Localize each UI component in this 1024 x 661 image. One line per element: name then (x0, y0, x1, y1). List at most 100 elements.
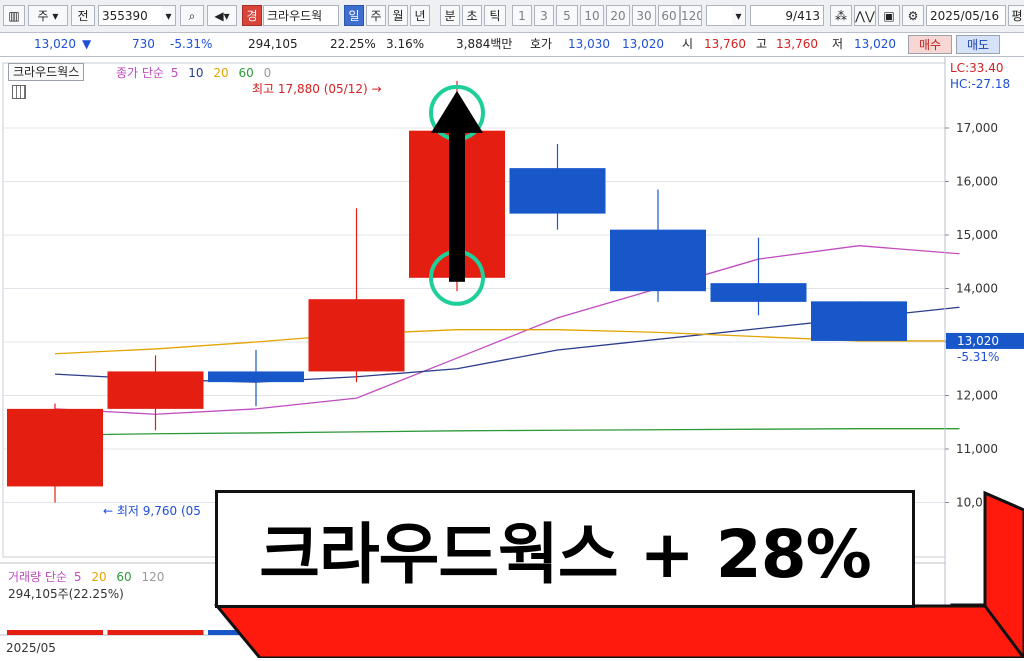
x-axis-label: 2025/05 (6, 641, 56, 655)
chart-title-box[interactable]: 크라우드웍스 (8, 63, 85, 81)
low-price: 13,020 (854, 37, 896, 51)
high-price: 13,760 (776, 37, 818, 51)
headline-text: 크라우드웍스 + 28% (259, 516, 872, 593)
current-price: 13,020 (34, 37, 76, 51)
y-tick-label: 17,000 (956, 121, 998, 135)
interval-1[interactable]: 1 (512, 5, 532, 26)
ma-legend-10: 10 (188, 66, 204, 80)
interval-60[interactable]: 60 (658, 5, 680, 26)
page-count-field[interactable]: 9/413 (750, 5, 824, 26)
prefix-button[interactable]: 전 (71, 5, 95, 26)
low-label: 저 (832, 37, 844, 51)
sell-button[interactable]: 매도 (956, 35, 1000, 54)
candle-body (509, 168, 606, 214)
interval-5[interactable]: 5 (556, 5, 578, 26)
search-icon[interactable]: ⌕ (180, 5, 204, 26)
volume-legend-60: 60 (116, 570, 132, 584)
period-month[interactable]: 월 (388, 5, 408, 26)
volume-legend-120: 120 (141, 570, 165, 584)
volume-bar (710, 630, 807, 635)
period-tick[interactable]: 틱 (484, 5, 506, 26)
high-label: 고 (756, 37, 768, 51)
interval-20[interactable]: 20 (606, 5, 630, 26)
period-minute[interactable]: 분 (440, 5, 460, 26)
y-tick-label: 15,000 (956, 228, 998, 242)
type-label: 주 (37, 9, 49, 23)
candle-body (610, 229, 706, 292)
y-tick-label: 10,000 (956, 496, 998, 510)
volume-legend: 거래량 단순 5 20 60 120 (8, 568, 164, 585)
buy-button[interactable]: 매수 (908, 35, 952, 54)
y-tick-label: 14,000 (956, 282, 998, 296)
interval-30[interactable]: 30 (632, 5, 656, 26)
ma-legend-20: 20 (213, 66, 229, 80)
lc-label: LC:33.40 (950, 61, 1004, 75)
volume-bar (610, 630, 706, 635)
volume-bar (509, 630, 606, 635)
trend-icon[interactable]: ⋀⋁ (854, 5, 876, 26)
code-dropdown-icon[interactable]: ▾ (162, 5, 176, 26)
compare-icon[interactable]: ⁂ (830, 5, 852, 26)
turnover-pct: 3.16% (386, 37, 425, 51)
volume-value-label: 294,105주(22.25%) (8, 587, 124, 601)
trade-amount: 3,884백만 (456, 37, 513, 51)
ma-legend-5: 5 (170, 66, 179, 80)
y-tick-label: 11,000 (956, 442, 998, 456)
price-change: 730 (132, 37, 155, 51)
y-tick-label: 12,000 (956, 389, 998, 403)
hc-label: HC:-27.18 (950, 77, 1011, 91)
y-tick-label: 16,000 (956, 175, 998, 189)
volume-bar (208, 630, 304, 635)
period-year[interactable]: 년 (410, 5, 430, 26)
open-price: 13,760 (704, 37, 746, 51)
candle-body (308, 299, 405, 372)
stock-name-field[interactable]: 크라우드웍 (263, 5, 339, 26)
period-second[interactable]: 초 (462, 5, 482, 26)
candle-body (811, 301, 907, 341)
volume-pct: 22.25% (330, 37, 376, 51)
bid-price: 13,030 (568, 37, 610, 51)
volume-bar (7, 630, 103, 635)
high-annotation: 최고 17,880 (05/12) → (252, 82, 382, 96)
table-icon[interactable] (12, 85, 26, 99)
ma-legend-prefix: 종가 단순 (116, 66, 164, 80)
period-day[interactable]: 일 (344, 5, 364, 26)
current-pct-label: -5.31% (957, 350, 999, 364)
volume-bar (409, 630, 505, 635)
volume-bar (308, 630, 405, 635)
down-arrow-icon: ▼ (82, 37, 92, 51)
chart-title: 크라우드웍스 (13, 65, 80, 79)
candle-body (208, 371, 304, 383)
sound-icon[interactable]: ◀▾ (207, 5, 237, 26)
headline-banner: 크라우드웍스 + 28% (215, 490, 915, 608)
price-change-pct: -5.31% (170, 37, 213, 51)
current-price-label: 13,020 (957, 334, 999, 348)
volume-legend-prefix: 거래량 단순 (8, 570, 68, 584)
candle-body (710, 283, 807, 302)
date-field[interactable]: 2025/05/16 (926, 5, 1006, 26)
last-button[interactable]: 평 (1008, 5, 1024, 26)
high-annotation-text: 최고 17,880 (05/12) (252, 82, 368, 96)
candle-body (107, 371, 204, 409)
interval-dropdown-icon[interactable]: ▾ (732, 5, 746, 26)
open-label: 시 (682, 37, 694, 51)
save-icon[interactable]: ▣ (878, 5, 900, 26)
chart-layout-icon[interactable]: ▥ (3, 5, 25, 26)
ma-legend-0: 0 (263, 66, 272, 80)
interval-10[interactable]: 10 (580, 5, 604, 26)
interval-120[interactable]: 120 (680, 5, 702, 26)
period-week[interactable]: 주 (366, 5, 386, 26)
gear-icon[interactable]: ⚙ (902, 5, 924, 26)
low-annotation: ← 최저 9,760 (05 (103, 504, 201, 518)
low-annotation-text: 최저 9,760 (05 (116, 504, 201, 518)
warning-badge: 경 (242, 5, 262, 26)
interval-3[interactable]: 3 (534, 5, 554, 26)
ask-price: 13,020 (622, 37, 664, 51)
volume-bar (811, 630, 907, 635)
ma-legend: 종가 단순 5 10 20 60 0 (116, 64, 271, 81)
quote-bar: 13,020 ▼ 730 -5.31% 294,105 22.25% 3.16%… (0, 33, 1024, 57)
volume-legend-5: 5 (73, 570, 82, 584)
volume-legend-20: 20 (91, 570, 107, 584)
type-select[interactable]: 주 ▾ (28, 5, 68, 26)
volume-value: 294,105 (248, 37, 298, 51)
